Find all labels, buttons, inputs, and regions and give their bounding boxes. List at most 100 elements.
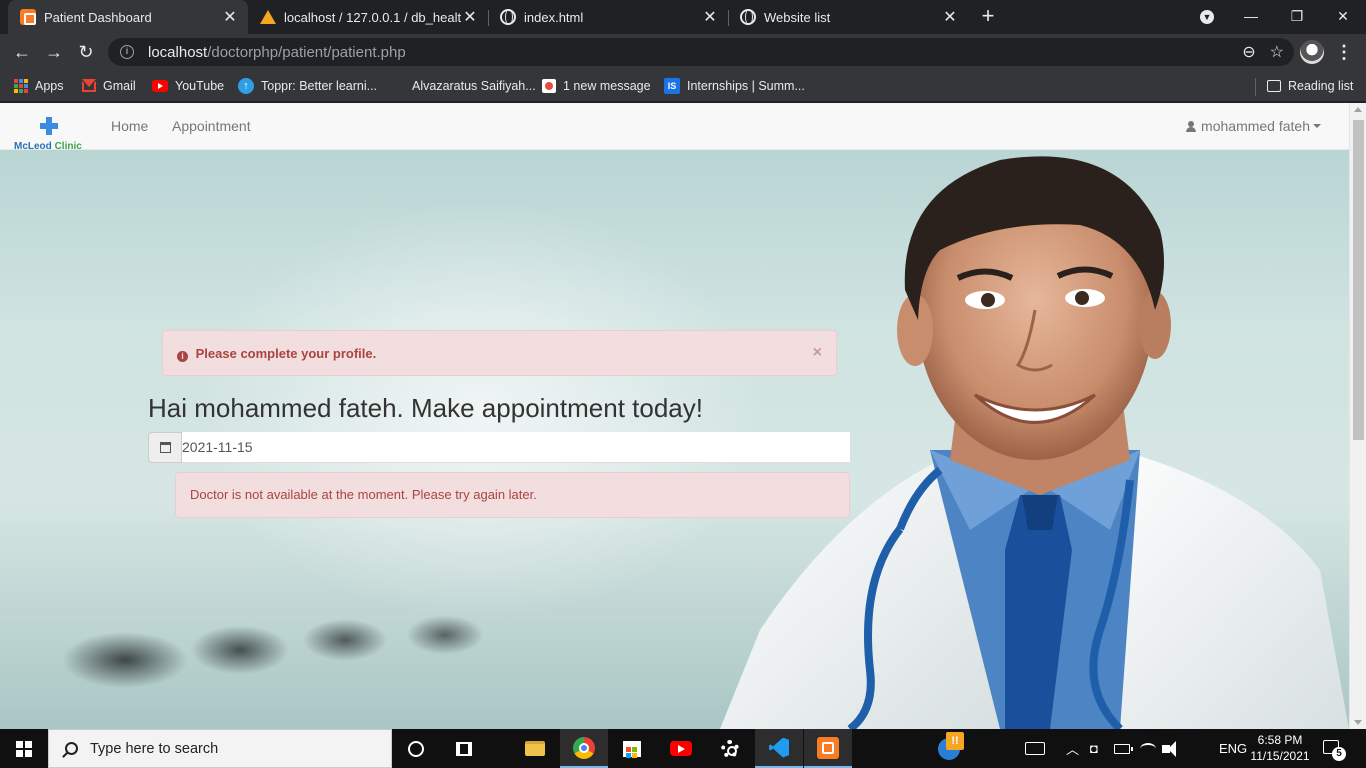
close-alert-button[interactable]: × — [813, 344, 822, 362]
globe-icon — [740, 9, 756, 25]
search-placeholder: Type here to search — [90, 740, 219, 757]
restore-button[interactable]: ❐ — [1274, 0, 1320, 32]
windows-logo-icon — [16, 741, 32, 757]
address-bar[interactable]: i localhost/doctorphp/patient/patient.ph… — [108, 38, 1294, 66]
tab-strip: Patient Dashboard ✕ localhost / 127.0.0.… — [0, 0, 1366, 34]
info-icon[interactable]: i — [120, 45, 134, 59]
tray-volume[interactable] — [1162, 729, 1176, 768]
tray-meet-now[interactable] — [1025, 729, 1045, 768]
scroll-down-arrow-icon[interactable] — [1354, 720, 1362, 725]
taskbar-store[interactable] — [608, 729, 656, 768]
bookmark-label: Apps — [35, 79, 64, 93]
caret-down-icon — [1313, 124, 1321, 128]
tab-title: Website list — [764, 9, 831, 25]
taskbar-search[interactable]: Type here to search — [48, 729, 392, 768]
tab-phpmyadmin[interactable]: localhost / 127.0.0.1 / db_healthc ✕ — [248, 0, 488, 34]
cortana-button[interactable] — [392, 729, 440, 768]
bookmark-youtube[interactable]: YouTube — [152, 76, 224, 96]
tab-website-list[interactable]: Website list ✕ — [728, 0, 968, 34]
date-input[interactable]: 2021-11-15 — [182, 432, 850, 463]
folder-icon — [525, 741, 545, 756]
bookmark-new-message[interactable]: 1 new message — [542, 76, 651, 96]
screen-icon — [1025, 742, 1045, 755]
user-dropdown[interactable]: mohammed fateh — [1186, 118, 1321, 134]
scroll-up-arrow-icon[interactable] — [1354, 107, 1362, 112]
xampp-icon — [817, 736, 839, 759]
taskbar-xampp[interactable] — [804, 729, 852, 768]
close-icon[interactable]: ✕ — [942, 7, 958, 27]
taskbar-youtube[interactable] — [657, 729, 705, 768]
bookmark-gmail[interactable]: Gmail — [82, 76, 136, 96]
close-window-button[interactable]: ✕ — [1320, 0, 1366, 32]
task-view-button[interactable] — [440, 729, 488, 768]
doctor-unavailable-alert: Doctor is not available at the moment. P… — [175, 472, 850, 518]
reload-button[interactable]: ↻ — [72, 38, 100, 66]
new-tab-button[interactable]: + — [977, 5, 999, 27]
scrollbar-thumb[interactable] — [1353, 120, 1364, 440]
tray-overflow[interactable]: ︿ — [1066, 729, 1079, 768]
xampp-icon — [20, 9, 36, 25]
clinic-logo[interactable]: McLeod Clinic — [14, 117, 86, 152]
taskbar-chrome[interactable] — [560, 729, 608, 768]
close-icon[interactable]: ✕ — [462, 7, 478, 27]
reading-list-label: Reading list — [1288, 79, 1354, 93]
bookmark-label: Alvazaratus Saifiyah... — [412, 79, 536, 93]
bookmark-internships[interactable]: IS Internships | Summ... — [664, 76, 805, 96]
tab-title: localhost / 127.0.0.1 / db_healthc — [284, 9, 462, 25]
nav-appointment-link[interactable]: Appointment — [172, 118, 251, 134]
reading-list-button[interactable]: Reading list — [1267, 76, 1353, 96]
bookmark-alvazaratus[interactable]: Alvazaratus Saifiyah... — [412, 76, 536, 96]
reading-list-icon — [1267, 80, 1281, 92]
minimize-button[interactable]: — — [1228, 0, 1274, 32]
calendar-addon[interactable] — [148, 432, 182, 463]
forward-button[interactable]: → — [40, 38, 68, 66]
action-center-button[interactable]: 5 — [1320, 737, 1346, 761]
tray-language[interactable]: ENG — [1219, 729, 1247, 768]
taskbar-notification-app[interactable] — [925, 729, 973, 768]
user-icon — [1186, 120, 1197, 132]
clock-date: 11/15/2021 — [1250, 749, 1310, 763]
tab-patient-dashboard[interactable]: Patient Dashboard ✕ — [8, 0, 248, 34]
bookmark-label: Gmail — [103, 79, 136, 93]
back-button[interactable]: ← — [8, 38, 36, 66]
taskbar-file-explorer[interactable] — [511, 729, 559, 768]
taskbar-vscode[interactable] — [755, 729, 803, 768]
bookmark-label: Toppr: Better learni... — [261, 79, 378, 93]
site-navbar: McLeod Clinic Home Appointment mohammed … — [0, 103, 1349, 152]
search-icon — [65, 742, 78, 755]
task-view-icon — [456, 741, 472, 756]
tab-index-html[interactable]: index.html ✕ — [488, 0, 728, 34]
browser-menu-icon[interactable]: ⋮ — [1334, 40, 1354, 64]
start-button[interactable] — [0, 729, 48, 768]
date-picker-group: 2021-11-15 — [148, 432, 850, 463]
wifi-icon — [1140, 742, 1156, 755]
tray-battery[interactable] — [1114, 729, 1133, 768]
url-text[interactable]: localhost/doctorphp/patient/patient.php — [148, 44, 406, 61]
bookmarks-bar: Apps Gmail YouTube ↑ Toppr: Better learn… — [0, 70, 1366, 102]
gmail-icon — [82, 78, 96, 92]
user-name: mohammed fateh — [1201, 118, 1310, 134]
zoom-icon[interactable]: ⊖ — [1242, 42, 1255, 62]
camera-icon: ◘ — [1090, 741, 1098, 756]
close-icon[interactable]: ✕ — [702, 7, 718, 27]
profile-avatar[interactable] — [1300, 40, 1324, 64]
alert-app-icon — [938, 731, 964, 760]
tab-search-button[interactable]: ▼ — [1184, 0, 1230, 32]
bookmark-apps[interactable]: Apps — [14, 76, 64, 96]
bookmark-star-icon[interactable]: ☆ — [1270, 42, 1284, 62]
notification-count: 5 — [1332, 747, 1346, 761]
taskbar-clock[interactable]: 6:58 PM 11/15/2021 — [1249, 732, 1311, 764]
gear-icon — [721, 739, 739, 758]
phpmyadmin-icon — [260, 10, 276, 24]
taskbar-settings[interactable] — [706, 729, 754, 768]
bookmark-toppr[interactable]: ↑ Toppr: Better learni... — [238, 76, 377, 96]
youtube-icon — [670, 741, 692, 756]
toppr-icon: ↑ — [238, 78, 254, 94]
page-scrollbar[interactable] — [1349, 103, 1366, 729]
close-icon[interactable]: ✕ — [222, 7, 238, 27]
apps-grid-icon — [14, 79, 28, 93]
tray-camera[interactable]: ◘ — [1090, 729, 1098, 768]
page-viewport: McLeod Clinic Home Appointment mohammed … — [0, 103, 1366, 729]
tray-wifi[interactable] — [1140, 729, 1156, 768]
nav-home-link[interactable]: Home — [111, 118, 148, 134]
